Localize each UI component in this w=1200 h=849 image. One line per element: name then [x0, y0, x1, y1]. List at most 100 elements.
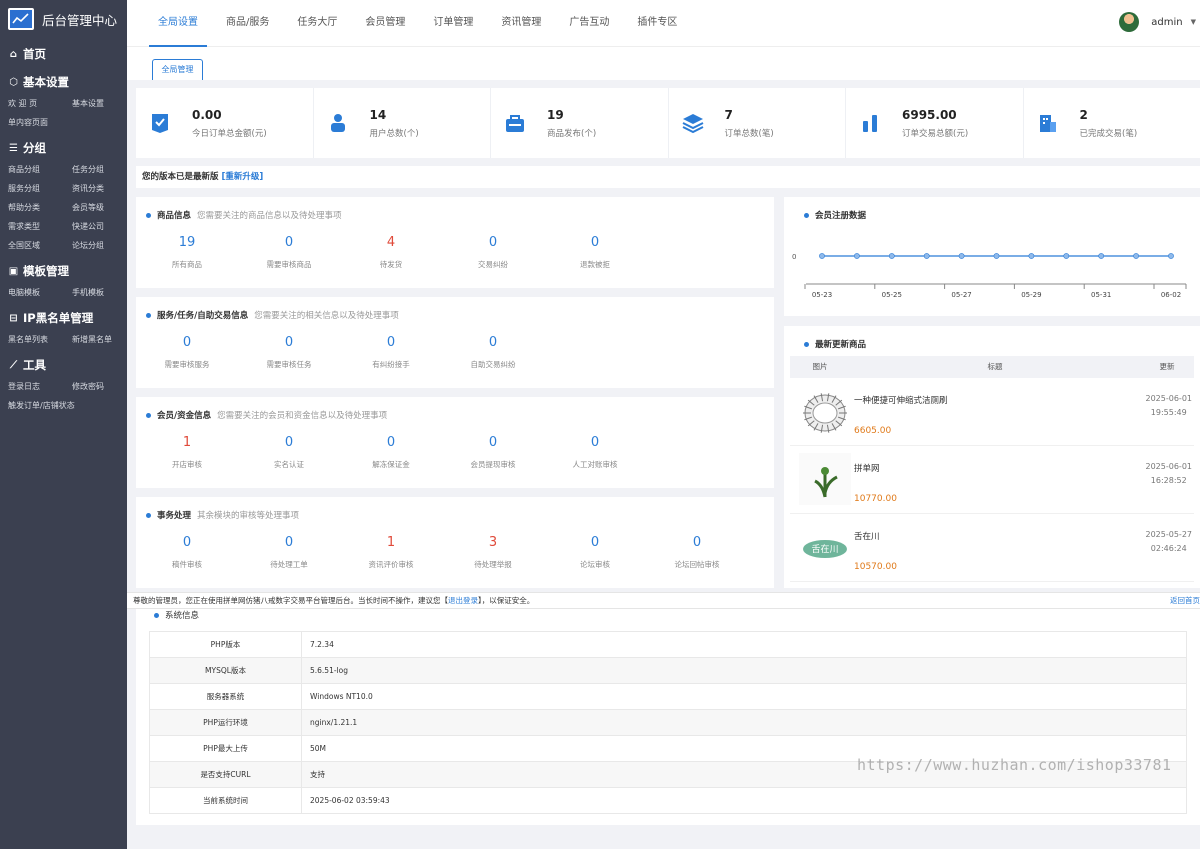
panel-metric[interactable]: 0 稿件审核 [136, 535, 238, 570]
panel-metric[interactable]: 0 有纠纷接手 [340, 335, 442, 370]
metric-value[interactable]: 0 [544, 435, 646, 451]
metric-value[interactable]: 1 [136, 435, 238, 451]
table-row[interactable]: 一种便捷可伸缩式洁厕刷 6605.00 2025-06-01 19:55:49 [790, 378, 1194, 446]
goods-title[interactable]: 一种便捷可伸缩式洁厕刷 [854, 394, 948, 406]
sidebar-item[interactable]: 会员等级 [72, 198, 132, 217]
panel-metric[interactable]: 0 解冻保证金 [340, 435, 442, 470]
sidebar-item[interactable]: 修改密码 [72, 377, 132, 396]
metric-value[interactable]: 0 [238, 535, 340, 551]
upgrade-link[interactable]: [重新升级] [221, 172, 263, 182]
panel-metric[interactable]: 0 论坛回帖审核 [646, 535, 748, 570]
metric-value[interactable]: 0 [442, 335, 544, 351]
metric-value[interactable]: 0 [136, 335, 238, 351]
goods-title[interactable]: 舌在川 [854, 530, 880, 542]
data-point[interactable] [923, 253, 930, 259]
panel-metric[interactable]: 4 待发货 [340, 235, 442, 270]
sidebar-item[interactable]: 电脑模板 [8, 283, 72, 302]
panel-metric[interactable]: 19 所有商品 [136, 235, 238, 270]
plant-icon[interactable] [796, 450, 854, 508]
sidebar-item[interactable]: 手机模板 [72, 283, 132, 302]
sidebar-item[interactable]: 资讯分类 [72, 179, 132, 198]
panel-metric[interactable]: 0 需要审核任务 [238, 335, 340, 370]
data-point[interactable] [993, 253, 1000, 259]
table-row[interactable]: 拼单网 10770.00 2025-06-01 16:28:52 [790, 446, 1194, 514]
goods-title[interactable]: 拼单网 [854, 462, 880, 474]
sidebar-item[interactable]: 服务分组 [8, 179, 72, 198]
chevron-down-icon[interactable]: ▼ [1191, 18, 1196, 26]
panel-metric[interactable]: 0 需要审核服务 [136, 335, 238, 370]
menu-group-header[interactable]: ⟋ 工具 [0, 353, 127, 377]
data-point[interactable] [888, 253, 895, 259]
panel-metric[interactable]: 0 会员提现审核 [442, 435, 544, 470]
top-tab[interactable]: 任务大厅 [288, 0, 346, 47]
sidebar-item[interactable]: 论坛分组 [72, 236, 132, 255]
metric-value[interactable]: 0 [340, 435, 442, 451]
top-tab[interactable]: 全局设置 [149, 0, 207, 47]
metric-value[interactable]: 1 [340, 535, 442, 551]
logout-link[interactable]: 退出登录 [448, 596, 478, 605]
metric-value[interactable]: 0 [136, 535, 238, 551]
panel-metric[interactable]: 0 实名认证 [238, 435, 340, 470]
top-tab[interactable]: 资讯管理 [492, 0, 550, 47]
data-point[interactable] [1063, 253, 1070, 259]
metric-value[interactable]: 3 [442, 535, 544, 551]
user-name[interactable]: admin [1151, 17, 1182, 28]
sidebar-item[interactable]: 快递公司 [72, 217, 132, 236]
metric-value[interactable]: 0 [646, 535, 748, 551]
metric-value[interactable]: 0 [442, 435, 544, 451]
panel-metric[interactable]: 0 自助交易纠纷 [442, 335, 544, 370]
sidebar-item[interactable]: 全国区域 [8, 236, 72, 255]
menu-group-header[interactable]: ☰ 分组 [0, 136, 127, 160]
sidebar-item[interactable]: 帮助分类 [8, 198, 72, 217]
sidebar-item[interactable]: 新增黑名单 [72, 330, 132, 349]
metric-value[interactable]: 0 [544, 235, 646, 251]
brush-icon[interactable] [796, 382, 854, 440]
metric-value[interactable]: 0 [442, 235, 544, 251]
panel-metric[interactable]: 1 开店审核 [136, 435, 238, 470]
top-tab[interactable]: 插件专区 [628, 0, 686, 47]
panel-metric[interactable]: 0 论坛审核 [544, 535, 646, 570]
metric-value[interactable]: 0 [238, 435, 340, 451]
sidebar-item[interactable]: 需求类型 [8, 217, 72, 236]
brand[interactable]: 后台管理中心 [0, 0, 127, 38]
menu-group-header[interactable]: ⌂ 首页 [0, 42, 127, 66]
metric-value[interactable]: 0 [238, 235, 340, 251]
metric-value[interactable]: 0 [544, 535, 646, 551]
sidebar-item[interactable]: 欢 迎 页 [8, 94, 72, 113]
panel-metric[interactable]: 0 待处理工单 [238, 535, 340, 570]
top-tab[interactable]: 广告互动 [560, 0, 618, 47]
top-tab[interactable]: 会员管理 [356, 0, 414, 47]
sidebar-item[interactable]: 黑名单列表 [8, 330, 72, 349]
user-menu[interactable]: admin ▼ [1119, 12, 1196, 32]
top-tab[interactable]: 订单管理 [424, 0, 482, 47]
top-tab[interactable]: 商品/服务 [217, 0, 278, 47]
panel-metric[interactable]: 0 退款被拒 [544, 235, 646, 270]
data-point[interactable] [819, 253, 825, 259]
sidebar-item[interactable]: 登录日志 [8, 377, 72, 396]
table-row[interactable]: 舌在川 舌在川 10570.00 2025-05-27 02:46:24 [790, 514, 1194, 582]
sidebar-item[interactable]: 商品分组 [8, 160, 72, 179]
menu-group-header[interactable]: ▣ 模板管理 [0, 259, 127, 283]
data-point[interactable] [1098, 253, 1105, 259]
menu-group-header[interactable]: ⬡ 基本设置 [0, 70, 127, 94]
panel-metric[interactable]: 0 人工对账审核 [544, 435, 646, 470]
tab-global-manage[interactable]: 全局管理 [152, 59, 203, 80]
panel-metric[interactable]: 0 需要审核商品 [238, 235, 340, 270]
sidebar-item[interactable]: 任务分组 [72, 160, 132, 179]
data-point[interactable] [1028, 253, 1035, 259]
logo-text-icon[interactable]: 舌在川 [796, 518, 854, 576]
avatar[interactable] [1119, 12, 1140, 32]
metric-value[interactable]: 0 [340, 335, 442, 351]
panel-metric[interactable]: 1 资讯评价审核 [340, 535, 442, 570]
back-home-link[interactable]: 返回首页 [1170, 593, 1200, 608]
metric-value[interactable]: 19 [136, 235, 238, 251]
panel-metric[interactable]: 3 待处理举报 [442, 535, 544, 570]
menu-group-header[interactable]: ⊟ IP黑名单管理 [0, 306, 127, 330]
data-point[interactable] [1133, 253, 1139, 259]
metric-value[interactable]: 4 [340, 235, 442, 251]
panel-metric[interactable]: 0 交易纠纷 [442, 235, 544, 270]
sidebar-item[interactable]: 单内容页面 [8, 113, 72, 132]
sidebar-item[interactable]: 基本设置 [72, 94, 132, 113]
data-point[interactable] [1168, 253, 1174, 259]
metric-value[interactable]: 0 [238, 335, 340, 351]
